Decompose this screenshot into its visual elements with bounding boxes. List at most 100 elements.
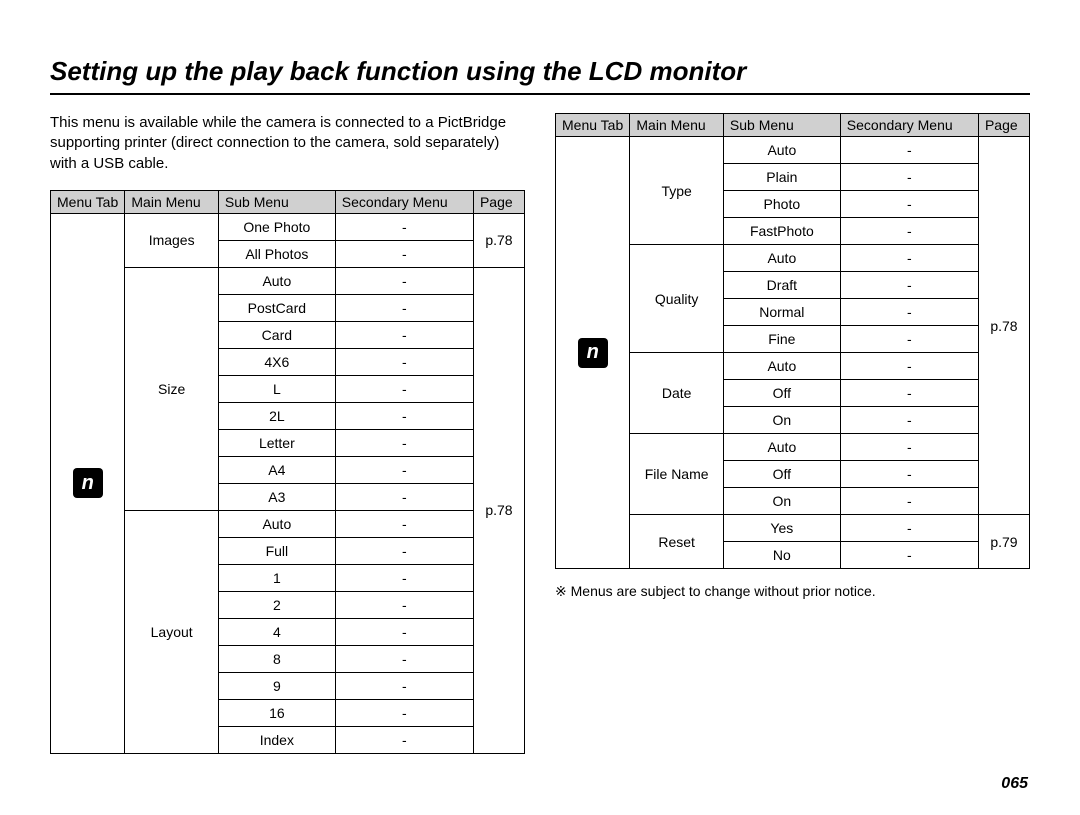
secondary-menu-cell: - (335, 537, 473, 564)
sub-menu-cell: No (723, 542, 840, 569)
secondary-menu-cell: - (840, 380, 978, 407)
th-sec: Secondary Menu (335, 190, 473, 213)
th-sub: Sub Menu (218, 190, 335, 213)
secondary-menu-cell: - (335, 699, 473, 726)
secondary-menu-cell: - (840, 137, 978, 164)
th-page: Page (978, 114, 1029, 137)
sub-menu-cell: 2L (218, 402, 335, 429)
secondary-menu-cell: - (335, 672, 473, 699)
secondary-menu-cell: - (840, 191, 978, 218)
th-main: Main Menu (630, 114, 724, 137)
main-menu-cell: Size (125, 267, 219, 510)
secondary-menu-cell: - (335, 591, 473, 618)
sub-menu-cell: Index (218, 726, 335, 753)
sub-menu-cell: Auto (723, 245, 840, 272)
main-menu-cell: Quality (630, 245, 724, 353)
secondary-menu-cell: - (840, 245, 978, 272)
secondary-menu-cell: - (840, 488, 978, 515)
footnote: ※ Menus are subject to change without pr… (555, 583, 1030, 600)
sub-menu-cell: Fine (723, 326, 840, 353)
th-sec: Secondary Menu (840, 114, 978, 137)
page-number: 065 (1001, 775, 1028, 793)
secondary-menu-cell: - (335, 213, 473, 240)
secondary-menu-cell: - (840, 353, 978, 380)
sub-menu-cell: Auto (723, 434, 840, 461)
secondary-menu-cell: - (335, 618, 473, 645)
secondary-menu-cell: - (335, 483, 473, 510)
secondary-menu-cell: - (335, 294, 473, 321)
secondary-menu-cell: - (840, 299, 978, 326)
sub-menu-cell: Auto (218, 267, 335, 294)
right-menu-table: Menu Tab Main Menu Sub Menu Secondary Me… (555, 113, 1030, 569)
sub-menu-cell: 4 (218, 618, 335, 645)
secondary-menu-cell: - (335, 429, 473, 456)
sub-menu-cell: L (218, 375, 335, 402)
sub-menu-cell: Draft (723, 272, 840, 299)
sub-menu-cell: A3 (218, 483, 335, 510)
secondary-menu-cell: - (335, 321, 473, 348)
sub-menu-cell: 9 (218, 672, 335, 699)
secondary-menu-cell: - (335, 402, 473, 429)
intro-text: This menu is available while the camera … (50, 113, 525, 174)
page-cell: p.78 (978, 137, 1029, 515)
left-menu-table: Menu Tab Main Menu Sub Menu Secondary Me… (50, 190, 525, 754)
secondary-menu-cell: - (335, 564, 473, 591)
sub-menu-cell: 16 (218, 699, 335, 726)
secondary-menu-cell: - (840, 272, 978, 299)
page-cell: p.78 (473, 213, 524, 267)
secondary-menu-cell: - (840, 515, 978, 542)
sub-menu-cell: PostCard (218, 294, 335, 321)
secondary-menu-cell: - (840, 164, 978, 191)
page-cell: p.78 (473, 267, 524, 753)
secondary-menu-cell: - (335, 645, 473, 672)
secondary-menu-cell: - (335, 510, 473, 537)
sub-menu-cell: Auto (723, 137, 840, 164)
secondary-menu-cell: - (335, 240, 473, 267)
sub-menu-cell: Auto (723, 353, 840, 380)
secondary-menu-cell: - (335, 267, 473, 294)
secondary-menu-cell: - (840, 407, 978, 434)
sub-menu-cell: Off (723, 380, 840, 407)
sub-menu-cell: 8 (218, 645, 335, 672)
page-title: Setting up the play back function using … (50, 56, 1030, 95)
secondary-menu-cell: - (840, 434, 978, 461)
menu-tab-icon-cell: n (51, 213, 125, 753)
main-menu-cell: Images (125, 213, 219, 267)
sub-menu-cell: Off (723, 461, 840, 488)
th-main: Main Menu (125, 190, 219, 213)
sub-menu-cell: Yes (723, 515, 840, 542)
main-menu-cell: Type (630, 137, 724, 245)
th-tab: Menu Tab (51, 190, 125, 213)
main-menu-cell: File Name (630, 434, 724, 515)
main-menu-cell: Layout (125, 510, 219, 753)
secondary-menu-cell: - (335, 456, 473, 483)
secondary-menu-cell: - (840, 542, 978, 569)
sub-menu-cell: Letter (218, 429, 335, 456)
sub-menu-cell: 2 (218, 591, 335, 618)
secondary-menu-cell: - (335, 726, 473, 753)
sub-menu-cell: On (723, 407, 840, 434)
secondary-menu-cell: - (840, 218, 978, 245)
sub-menu-cell: Card (218, 321, 335, 348)
sub-menu-cell: Photo (723, 191, 840, 218)
menu-tab-icon-cell: n (556, 137, 630, 569)
sub-menu-cell: Full (218, 537, 335, 564)
sub-menu-cell: 1 (218, 564, 335, 591)
main-menu-cell: Reset (630, 515, 724, 569)
th-tab: Menu Tab (556, 114, 630, 137)
secondary-menu-cell: - (840, 326, 978, 353)
secondary-menu-cell: - (335, 375, 473, 402)
sub-menu-cell: FastPhoto (723, 218, 840, 245)
secondary-menu-cell: - (335, 348, 473, 375)
sub-menu-cell: All Photos (218, 240, 335, 267)
main-menu-cell: Date (630, 353, 724, 434)
sub-menu-cell: One Photo (218, 213, 335, 240)
page-cell: p.79 (978, 515, 1029, 569)
sub-menu-cell: On (723, 488, 840, 515)
sub-menu-cell: Normal (723, 299, 840, 326)
pictbridge-icon: n (73, 468, 103, 498)
secondary-menu-cell: - (840, 461, 978, 488)
th-sub: Sub Menu (723, 114, 840, 137)
pictbridge-icon: n (578, 338, 608, 368)
sub-menu-cell: Plain (723, 164, 840, 191)
